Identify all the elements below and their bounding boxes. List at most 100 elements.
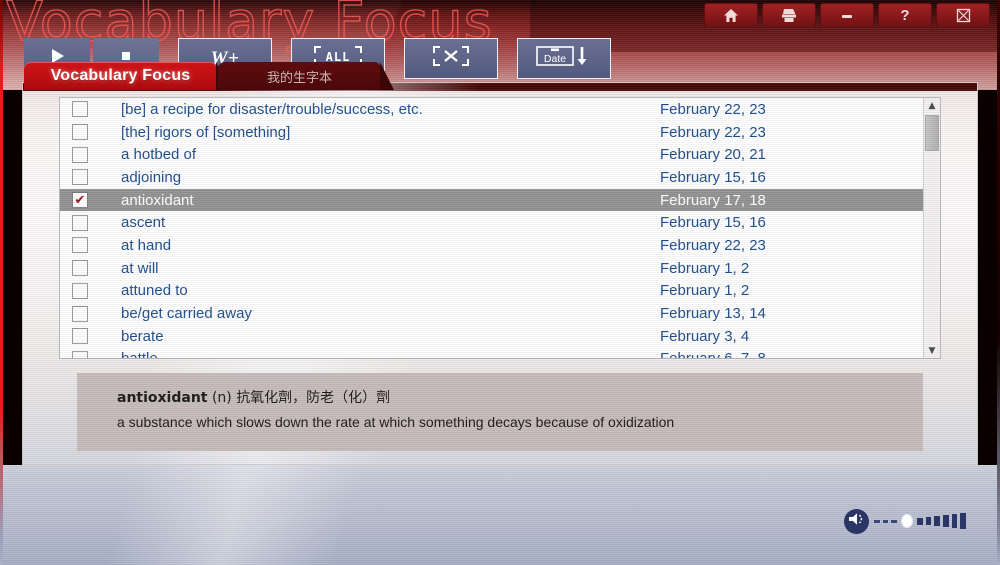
definition-headword: antioxidant — [117, 390, 208, 406]
tab-vocabulary-focus[interactable]: Vocabulary Focus — [24, 62, 230, 90]
table-row[interactable]: a hotbed of February 20, 21 — [60, 143, 923, 166]
row-term: attuned to — [121, 282, 188, 300]
row-term: at will — [121, 259, 159, 277]
row-date: February 1, 2 — [660, 282, 750, 300]
volume-tick-low — [874, 519, 880, 523]
tab-bar: Vocabulary Focus 我的生字本 — [24, 62, 394, 90]
table-row[interactable]: attuned to February 1, 2 — [60, 280, 923, 303]
sort-by-date-button[interactable]: Date — [517, 38, 611, 79]
row-checkbox[interactable] — [72, 146, 88, 163]
scroll-up-arrow[interactable]: ▲ — [924, 98, 940, 113]
row-term: battle — [121, 350, 158, 359]
table-row[interactable]: battle February 6, 7, 8 — [60, 348, 923, 359]
table-row[interactable]: [be] a recipe for disaster/trouble/succe… — [60, 98, 923, 121]
row-date: February 15, 16 — [660, 168, 766, 186]
speaker-icon — [847, 511, 866, 532]
checkmark-icon: ✔ — [74, 192, 86, 208]
row-date: February 20, 21 — [660, 146, 766, 164]
volume-tick-low — [891, 519, 898, 523]
row-term: at hand — [121, 236, 172, 254]
volume-tick-high — [916, 517, 923, 525]
vertical-scrollbar[interactable]: ▲ ▼ — [923, 98, 940, 358]
table-row[interactable]: ✔ antioxidant February 17, 18 — [60, 188, 923, 212]
row-term: be/get carried away — [121, 305, 252, 323]
vocabulary-list: [be] a recipe for disaster/trouble/succe… — [59, 97, 941, 359]
tab-label: 我的生字本 — [266, 70, 332, 86]
row-date: February 13, 14 — [660, 305, 766, 323]
row-checkbox[interactable]: ✔ — [72, 192, 88, 209]
window-controls: ? — [704, 3, 990, 27]
minimize-button[interactable] — [820, 3, 874, 27]
table-row[interactable]: be/get carried away February 13, 14 — [60, 302, 923, 325]
volume-tick-high — [951, 514, 958, 528]
row-checkbox[interactable] — [72, 124, 88, 141]
speaker-button[interactable] — [844, 508, 869, 534]
row-term: a hotbed of — [121, 146, 197, 164]
volume-knob[interactable] — [901, 514, 913, 528]
bottom-sheen — [99, 465, 371, 565]
row-term: berate — [121, 327, 164, 345]
table-row[interactable]: at will February 1, 2 — [60, 257, 923, 280]
row-checkbox[interactable] — [72, 305, 88, 322]
window-left-edge — [0, 0, 3, 565]
row-checkbox[interactable] — [72, 214, 88, 231]
close-box-icon — [956, 8, 971, 23]
row-term: adjoining — [121, 168, 182, 186]
tab-label: Vocabulary Focus — [50, 67, 191, 84]
shuffle-button[interactable] — [404, 38, 498, 79]
table-row[interactable]: berate February 3, 4 — [60, 325, 923, 348]
home-button[interactable] — [704, 3, 758, 27]
vocabulary-list-rows: [be] a recipe for disaster/trouble/succe… — [60, 98, 923, 358]
table-row[interactable]: ascent February 15, 16 — [60, 211, 923, 234]
volume-slider[interactable] — [874, 510, 966, 532]
row-date: February 22, 23 — [660, 236, 766, 254]
row-date: February 22, 23 — [660, 123, 766, 141]
volume-tick-high — [925, 516, 932, 526]
scroll-down-arrow[interactable]: ▼ — [924, 343, 940, 358]
row-checkbox[interactable] — [72, 260, 88, 277]
volume-tick-high — [934, 515, 940, 527]
definition-pos: (n) — [211, 390, 232, 406]
print-button[interactable] — [762, 3, 816, 27]
home-icon — [723, 8, 739, 23]
row-date: February 22, 23 — [660, 100, 766, 118]
row-date: February 15, 16 — [660, 214, 766, 232]
row-checkbox[interactable] — [72, 350, 88, 358]
content-panel: [be] a recipe for disaster/trouble/succe… — [22, 82, 978, 465]
row-term: [the] rigors of [something] — [121, 123, 291, 141]
minimize-icon — [839, 12, 855, 20]
print-icon — [780, 8, 798, 23]
row-checkbox[interactable] — [72, 169, 88, 186]
volume-control — [844, 508, 966, 534]
application-window: Vocabulary Focus ? Vocabulary Focus 我的生字… — [0, 0, 1000, 565]
row-date: February 3, 4 — [660, 327, 750, 345]
row-term: antioxidant — [121, 191, 194, 209]
definition-translation: 抗氧化劑，防老（化）劑 — [236, 390, 391, 406]
row-checkbox[interactable] — [72, 101, 88, 118]
row-checkbox[interactable] — [72, 328, 88, 345]
scrollbar-thumb[interactable] — [925, 115, 939, 151]
volume-tick-high — [960, 513, 966, 529]
question-icon: ? — [900, 7, 910, 24]
definition-panel: antioxidant (n) 抗氧化劑，防老（化）劑 a substance … — [77, 373, 923, 451]
volume-tick-low — [882, 519, 889, 523]
row-term: ascent — [121, 214, 166, 232]
svg-text:Date: Date — [544, 53, 566, 65]
help-button[interactable]: ? — [878, 3, 932, 27]
row-date: February 6, 7, 8 — [660, 350, 766, 359]
row-checkbox[interactable] — [72, 237, 88, 254]
table-row[interactable]: [the] rigors of [something] February 22, … — [60, 121, 923, 144]
volume-tick-high — [942, 514, 949, 528]
table-row[interactable]: adjoining February 15, 16 — [60, 166, 923, 189]
row-date: February 17, 18 — [660, 191, 766, 209]
row-checkbox[interactable] — [72, 282, 88, 299]
table-row[interactable]: at hand February 22, 23 — [60, 234, 923, 257]
definition-english: a substance which slows down the rate at… — [117, 414, 675, 430]
brackets-x-icon — [423, 45, 479, 72]
close-button[interactable] — [936, 3, 990, 27]
row-term: [be] a recipe for disaster/trouble/succe… — [121, 100, 423, 118]
tab-my-wordbook[interactable]: 我的生字本 — [218, 62, 394, 90]
definition-headword-line: antioxidant (n) 抗氧化劑，防老（化）劑 — [117, 387, 923, 407]
row-date: February 1, 2 — [660, 259, 750, 277]
date-sort-down-icon: Date — [533, 44, 595, 73]
